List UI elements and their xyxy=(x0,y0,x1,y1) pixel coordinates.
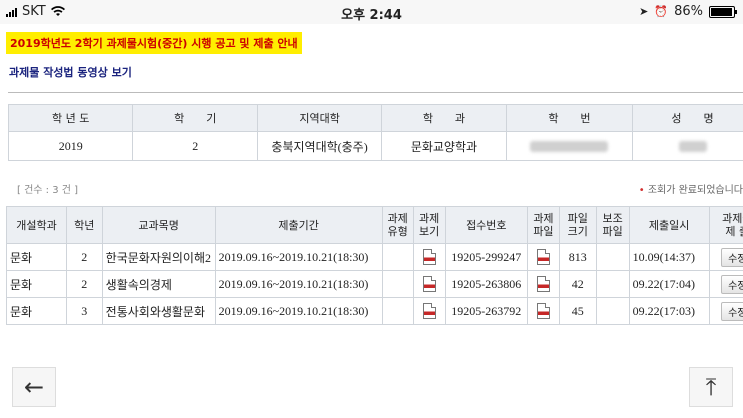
course-cell: 생활속의경제 xyxy=(101,270,216,298)
edit-button[interactable]: 수정 xyxy=(721,301,743,321)
table-row: 문화 2 한국문화자원의이해2 2019.09.16~2019.10.21(18… xyxy=(6,243,743,271)
col-header: 과제 보기 xyxy=(412,206,446,244)
student-id-value xyxy=(505,131,634,161)
scroll-top-button[interactable]: ⤒ xyxy=(689,367,733,407)
submitted-cell: 10.09(14:37) xyxy=(628,243,710,271)
alarm-icon: ⏰ xyxy=(654,5,669,18)
submitted-cell: 09.22(17:04) xyxy=(628,270,710,298)
info-header: 학 기 xyxy=(132,104,259,132)
action-cell: 수정 xyxy=(708,270,743,298)
type-cell xyxy=(381,243,414,271)
info-header: 지역대학 xyxy=(257,104,383,132)
col-header: 과제물제 출 xyxy=(708,206,743,244)
divider xyxy=(8,92,743,93)
pdf-file-icon[interactable] xyxy=(422,249,436,266)
course-cell: 한국문화자원의이해2 xyxy=(101,243,216,271)
notice-banner[interactable]: 2019학년도 2학기 과제물시험(중간) 시행 공고 및 제출 안내 xyxy=(6,32,302,54)
grade-cell: 2 xyxy=(65,243,103,271)
info-header: 학 년 도 xyxy=(7,104,134,132)
aux-file-cell xyxy=(595,270,630,298)
course-cell: 전통사회와생활문화 xyxy=(101,297,216,325)
col-header: 접수번호 xyxy=(444,206,529,244)
aux-file-cell xyxy=(595,297,630,325)
view-cell[interactable] xyxy=(412,243,446,271)
arrow-left-icon: ← xyxy=(23,373,45,401)
pdf-file-icon[interactable] xyxy=(536,303,550,320)
video-guide-link[interactable]: 과제물 작성법 동영상 보기 xyxy=(9,64,132,80)
file-cell[interactable] xyxy=(527,243,560,271)
period-cell: 2019.09.16~2019.10.21(18:30) xyxy=(214,297,383,325)
info-header: 성 명 xyxy=(632,104,743,132)
student-name-value xyxy=(632,131,743,161)
col-header: 과제 파일 xyxy=(527,206,560,244)
clock: 오후 2:44 xyxy=(341,8,402,23)
aux-file-cell xyxy=(595,243,630,271)
action-cell: 수정 xyxy=(708,297,743,325)
type-cell xyxy=(381,297,414,325)
edit-button[interactable]: 수정 xyxy=(721,247,743,267)
status-message: • 조회가 완료되었습니다 xyxy=(638,185,743,196)
arrow-up-to-top-icon: ⤒ xyxy=(705,373,717,401)
grade-cell: 3 xyxy=(65,297,103,325)
assignment-table: 개설학과 학년 교과목명 제출기간 과제 유형 과제 보기 접수번호 과제 파일 파일… xyxy=(6,206,743,325)
grade-cell: 2 xyxy=(65,270,103,298)
info-header: 학 번 xyxy=(505,104,634,132)
location-arrow-icon: ➤ xyxy=(639,5,649,18)
col-header: 보조 파일 xyxy=(595,206,630,244)
size-cell: 45 xyxy=(558,297,597,325)
period-cell: 2019.09.16~2019.10.21(18:30) xyxy=(214,270,383,298)
pdf-file-icon[interactable] xyxy=(536,276,550,293)
type-cell xyxy=(381,270,414,298)
file-cell[interactable] xyxy=(527,297,560,325)
table-row: 문화 2 생활속의경제 2019.09.16~2019.10.21(18:30)… xyxy=(6,270,743,298)
back-button[interactable]: ← xyxy=(12,367,56,407)
dept-cell: 문화 xyxy=(6,270,67,298)
submitted-cell: 09.22(17:03) xyxy=(628,297,710,325)
receipt-cell: 19205-263806 xyxy=(444,270,529,298)
view-cell[interactable] xyxy=(412,297,446,325)
department-value: 문화교양학과 xyxy=(381,131,507,161)
table-row: 문화 3 전통사회와생활문화 2019.09.16~2019.10.21(18:… xyxy=(6,297,743,325)
col-header: 파일 크기 xyxy=(558,206,597,244)
col-header: 교과목명 xyxy=(101,206,216,244)
year-value: 2019 xyxy=(7,131,134,161)
dept-cell: 문화 xyxy=(6,243,67,271)
file-cell[interactable] xyxy=(527,270,560,298)
battery-icon xyxy=(709,5,737,18)
battery-percent: 86% xyxy=(674,4,703,19)
pdf-file-icon[interactable] xyxy=(422,276,436,293)
size-cell: 42 xyxy=(558,270,597,298)
info-header: 학 과 xyxy=(381,104,507,132)
col-header: 과제 유형 xyxy=(381,206,414,244)
result-count: [ 건수 : 3 건 ] xyxy=(17,185,79,196)
period-cell: 2019.09.16~2019.10.21(18:30) xyxy=(214,243,383,271)
receipt-cell: 19205-299247 xyxy=(444,243,529,271)
student-info-table: 학 년 도 학 기 지역대학 학 과 학 번 성 명 2019 2 충북지역대학… xyxy=(7,104,743,161)
col-header: 제출기간 xyxy=(214,206,383,244)
edit-button[interactable]: 수정 xyxy=(721,274,743,294)
status-bar: SKT 오후 2:44 ➤ ⏰ 86% xyxy=(0,0,743,24)
pdf-file-icon[interactable] xyxy=(536,249,550,266)
action-cell: 수정 xyxy=(708,243,743,271)
dept-cell: 문화 xyxy=(6,297,67,325)
semester-value: 2 xyxy=(132,131,259,161)
view-cell[interactable] xyxy=(412,270,446,298)
receipt-cell: 19205-263792 xyxy=(444,297,529,325)
size-cell: 813 xyxy=(558,243,597,271)
col-header: 학년 xyxy=(65,206,103,244)
col-header: 제출일시 xyxy=(628,206,710,244)
campus-value: 충북지역대학(충주) xyxy=(257,131,383,161)
col-header: 개설학과 xyxy=(6,206,67,244)
pdf-file-icon[interactable] xyxy=(422,303,436,320)
